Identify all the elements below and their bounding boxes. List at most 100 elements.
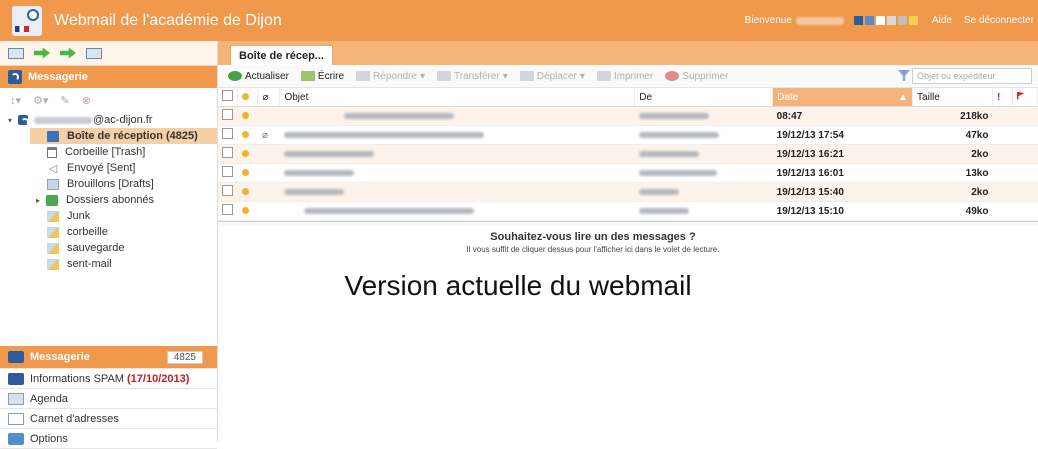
- move-button[interactable]: Déplacer ▾: [519, 71, 585, 82]
- flag-icon: [1016, 91, 1024, 100]
- row-checkbox[interactable]: [222, 128, 233, 139]
- delete-folder-icon[interactable]: ⊗: [82, 94, 91, 107]
- delete-button[interactable]: Supprimer: [665, 71, 728, 82]
- subject-column-header[interactable]: Objet: [279, 88, 636, 107]
- from-column-header[interactable]: De: [634, 88, 774, 107]
- table-row[interactable]: 08:47 218ko: [218, 106, 1038, 126]
- pane-splitter[interactable]: [218, 221, 1038, 226]
- tab-bar: Boîte de récep...: [218, 41, 1038, 65]
- unread-icon[interactable]: [241, 187, 249, 195]
- messagerie-icon: [8, 351, 24, 363]
- folder-subscribed[interactable]: ▸ Dossiers abonnés: [0, 192, 217, 208]
- folder-sauvegarde[interactable]: sauvegarde: [0, 240, 217, 256]
- row-date: 08:47: [772, 106, 913, 126]
- module-label: Options: [30, 432, 68, 445]
- app-title: Webmail de l'académie de Dijon: [54, 11, 282, 29]
- attachment-column-header[interactable]: ⌀: [257, 88, 281, 107]
- drafts-icon: [47, 178, 59, 190]
- messagerie-header-label: Messagerie: [28, 71, 88, 83]
- edit-icon[interactable]: ✎: [60, 94, 69, 107]
- search-input[interactable]: Objet ou expéditeur: [912, 68, 1032, 84]
- info-icon: [8, 372, 24, 385]
- folder-trash[interactable]: Corbeille [Trash]: [0, 144, 217, 160]
- table-row[interactable]: 19/12/13 16:01 13ko: [218, 163, 1038, 183]
- write-button[interactable]: Écrire: [300, 71, 344, 82]
- window-icon[interactable]: [86, 47, 102, 59]
- size-column-header[interactable]: Taille: [912, 88, 993, 107]
- flag-column-header[interactable]: [1012, 88, 1038, 107]
- sort-icon[interactable]: ↕▾: [10, 94, 21, 107]
- theme-swatch-4[interactable]: [886, 16, 896, 25]
- row-checkbox[interactable]: [222, 204, 233, 215]
- module-spam-info[interactable]: Informations SPAM (17/10/2013): [0, 369, 217, 389]
- theme-swatch-2[interactable]: [864, 16, 874, 25]
- folder-junk[interactable]: Junk: [0, 208, 217, 224]
- table-row[interactable]: 19/12/13 15:10 49ko: [218, 201, 1038, 221]
- theme-swatch-5[interactable]: [897, 16, 907, 25]
- row-date: 19/12/13 17:54: [772, 125, 913, 145]
- collapse-icon[interactable]: ▾: [8, 116, 18, 125]
- module-messagerie[interactable]: Messagerie 4825: [0, 346, 217, 369]
- module-label: Carnet d'adresses: [30, 412, 119, 425]
- folder-sent-mail[interactable]: sent-mail: [0, 256, 217, 272]
- reply-button[interactable]: Répondre ▾: [356, 71, 425, 82]
- left-pane: Messagerie ↕▾ ⚙▾ ✎ ⊗ ▾ @ac-dijon.fr Boît…: [0, 41, 218, 449]
- top-right-area: Bienvenue Aide Se déconnecter: [745, 0, 1034, 41]
- logout-link[interactable]: Se déconnecter: [964, 15, 1034, 26]
- expand-icon[interactable]: ▸: [36, 196, 46, 205]
- unread-icon[interactable]: [241, 149, 249, 157]
- reply-icon: [356, 71, 371, 81]
- subject-redacted: [303, 207, 474, 214]
- username-redacted: [795, 16, 844, 25]
- date-column-header[interactable]: Date ▲: [772, 88, 914, 107]
- new-folder-icon[interactable]: [8, 47, 24, 59]
- academy-logo: [12, 5, 42, 36]
- messagerie-header[interactable]: Messagerie: [0, 66, 217, 88]
- folder-drafts[interactable]: Brouillons [Drafts]: [0, 176, 217, 192]
- unread-icon[interactable]: [241, 206, 249, 214]
- refresh-label: Actualiser: [245, 70, 289, 82]
- folder-icon: [47, 226, 59, 238]
- date-header-label: Date: [777, 91, 799, 103]
- left-toolbar: [0, 41, 217, 66]
- module-contacts[interactable]: Carnet d'adresses: [0, 409, 217, 429]
- table-row[interactable]: 19/12/13 15:40 2ko: [218, 182, 1038, 202]
- forward-icon[interactable]: [60, 47, 76, 59]
- module-list: Messagerie 4825 Informations SPAM (17/10…: [0, 346, 217, 449]
- table-row[interactable]: 19/12/13 16:21 2ko: [218, 144, 1038, 164]
- account-name-redacted: [34, 116, 92, 124]
- row-date: 19/12/13 15:10: [772, 201, 913, 221]
- help-link[interactable]: Aide: [932, 15, 952, 26]
- row-checkbox[interactable]: [222, 185, 233, 196]
- theme-swatch-3[interactable]: [875, 16, 885, 25]
- unread-icon[interactable]: [241, 168, 249, 176]
- folder-inbox[interactable]: Boîte de réception (4825): [30, 128, 217, 144]
- theme-swatch-1[interactable]: [853, 16, 863, 25]
- unread-icon[interactable]: [241, 130, 249, 138]
- theme-swatch-6[interactable]: [908, 16, 918, 25]
- preview-question: Souhaitez-vous lire un des messages ?: [490, 231, 696, 243]
- settings-icon[interactable]: ⚙▾: [33, 94, 48, 107]
- tab-inbox[interactable]: Boîte de récep...: [230, 45, 333, 65]
- account-node[interactable]: ▾ @ac-dijon.fr: [0, 112, 217, 128]
- forward-button[interactable]: Transférer ▾: [436, 71, 508, 82]
- folder-icon: [47, 242, 59, 254]
- refresh-button[interactable]: Actualiser: [228, 71, 289, 82]
- module-options[interactable]: Options: [0, 429, 217, 449]
- priority-column-header[interactable]: !: [992, 88, 1013, 107]
- folder-corbeille[interactable]: corbeille: [0, 224, 217, 240]
- row-size: 2ko: [912, 182, 993, 202]
- select-all-checkbox[interactable]: [218, 88, 239, 107]
- module-agenda[interactable]: Agenda: [0, 389, 217, 409]
- table-row[interactable]: ⌀ 19/12/13 17:54 47ko: [218, 125, 1038, 145]
- row-checkbox[interactable]: [222, 166, 233, 177]
- unread-icon[interactable]: [241, 111, 249, 119]
- reading-pane-placeholder: Souhaitez-vous lire un des messages ? Il…: [218, 231, 968, 254]
- subject-redacted: [283, 169, 354, 176]
- print-button[interactable]: Imprimer: [596, 71, 653, 82]
- row-checkbox[interactable]: [222, 147, 233, 158]
- arrow-right-icon[interactable]: [34, 47, 50, 59]
- folder-sent[interactable]: ◁ Envoyé [Sent]: [0, 160, 217, 176]
- unread-column-header[interactable]: [237, 88, 259, 107]
- row-checkbox[interactable]: [222, 109, 233, 120]
